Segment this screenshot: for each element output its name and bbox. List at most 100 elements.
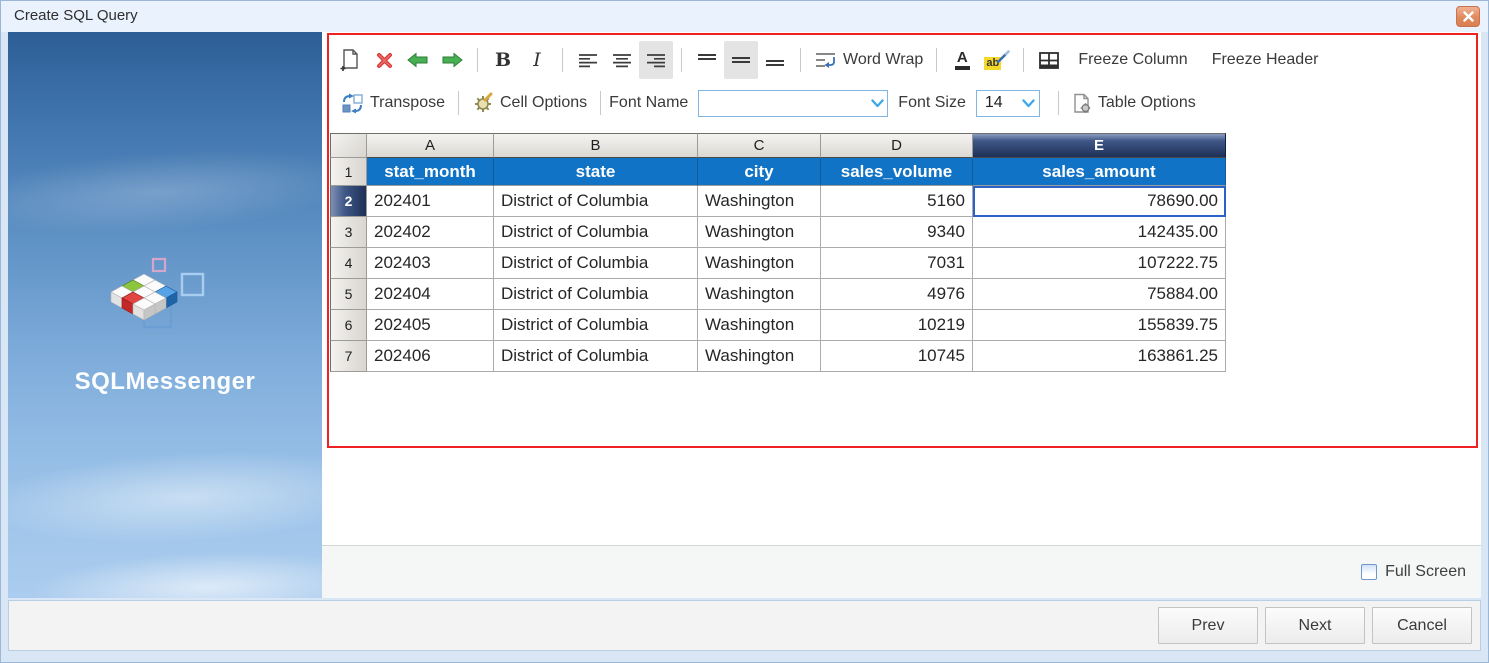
cell-B7[interactable]: District of Columbia [494, 341, 698, 372]
column-header-D[interactable]: D [821, 133, 973, 158]
chevron-down-icon [867, 99, 887, 108]
row-header-6[interactable]: 6 [330, 310, 367, 341]
prev-button[interactable]: Prev [1158, 607, 1258, 644]
italic-button[interactable]: I [520, 41, 554, 79]
align-right-button[interactable] [639, 41, 673, 79]
move-left-button[interactable] [401, 41, 435, 79]
cell-C6[interactable]: Washington [698, 310, 821, 341]
row-header-5[interactable]: 5 [330, 279, 367, 310]
highlight-color-button[interactable]: ab [979, 41, 1015, 79]
valign-top-button[interactable] [690, 41, 724, 79]
cell-options-label: Cell Options [500, 94, 587, 112]
cell-A3[interactable]: 202402 [367, 217, 494, 248]
cell-A5[interactable]: 202404 [367, 279, 494, 310]
transpose-icon [341, 93, 364, 114]
row-header-3[interactable]: 3 [330, 217, 367, 248]
cell-A2[interactable]: 202401 [367, 186, 494, 217]
cell-C3[interactable]: Washington [698, 217, 821, 248]
field-header-stat_month[interactable]: stat_month [367, 158, 494, 186]
separator [562, 48, 563, 72]
app-name: SQLMessenger [8, 368, 322, 396]
cancel-button[interactable]: Cancel [1372, 607, 1472, 644]
toolbar-row-2: Transpose Cell Options Font Name [333, 83, 1472, 123]
cell-B6[interactable]: District of Columbia [494, 310, 698, 341]
table-editor-highlight-frame: B I [327, 33, 1478, 448]
freeze-panes-button[interactable] [1032, 41, 1066, 79]
cell-D3[interactable]: 9340 [821, 217, 973, 248]
row-header-1[interactable]: 1 [330, 158, 367, 186]
cell-E5[interactable]: 75884.00 [973, 279, 1226, 310]
full-screen-checkbox[interactable] [1361, 564, 1377, 580]
cell-E3[interactable]: 142435.00 [973, 217, 1226, 248]
cell-A4[interactable]: 202403 [367, 248, 494, 279]
window-title: Create SQL Query [14, 0, 138, 32]
column-header-A[interactable]: A [367, 133, 494, 158]
row-header-7[interactable]: 7 [330, 341, 367, 372]
cell-E4[interactable]: 107222.75 [973, 248, 1226, 279]
font-color-icon: A [955, 51, 970, 70]
cell-C7[interactable]: Washington [698, 341, 821, 372]
word-wrap-button[interactable]: Word Wrap [809, 41, 928, 79]
cell-B3[interactable]: District of Columbia [494, 217, 698, 248]
select-all-corner[interactable] [330, 133, 367, 158]
cell-D5[interactable]: 4976 [821, 279, 973, 310]
field-header-sales_volume[interactable]: sales_volume [821, 158, 973, 186]
separator [1058, 91, 1059, 115]
bold-button[interactable]: B [486, 41, 520, 79]
add-sheet-button[interactable] [333, 41, 367, 79]
cell-D7[interactable]: 10745 [821, 341, 973, 372]
align-left-button[interactable] [571, 41, 605, 79]
align-right-icon [646, 53, 666, 68]
freeze-column-button[interactable]: Freeze Column [1066, 41, 1199, 79]
align-center-button[interactable] [605, 41, 639, 79]
freeze-header-button[interactable]: Freeze Header [1200, 41, 1331, 79]
separator [458, 91, 459, 115]
cell-D6[interactable]: 10219 [821, 310, 973, 341]
font-name-label: Font Name [609, 94, 688, 112]
add-sheet-icon [339, 48, 361, 72]
row-header-2[interactable]: 2 [330, 186, 367, 217]
column-header-C[interactable]: C [698, 133, 821, 158]
delete-button[interactable] [367, 41, 401, 79]
valign-bottom-button[interactable] [758, 41, 792, 79]
column-header-B[interactable]: B [494, 133, 698, 158]
cell-C5[interactable]: Washington [698, 279, 821, 310]
field-header-state[interactable]: state [494, 158, 698, 186]
chevron-down-icon [1019, 99, 1039, 108]
separator [477, 48, 478, 72]
cell-B4[interactable]: District of Columbia [494, 248, 698, 279]
close-button[interactable] [1456, 6, 1480, 27]
close-icon [1463, 11, 1474, 22]
cell-E2[interactable]: 78690.00 [973, 186, 1226, 217]
font-size-label: Font Size [898, 94, 966, 112]
valign-middle-icon [731, 53, 751, 67]
valign-middle-button[interactable] [724, 41, 758, 79]
font-color-button[interactable]: A [945, 41, 979, 79]
transpose-button[interactable]: Transpose [333, 84, 450, 122]
cell-C2[interactable]: Washington [698, 186, 821, 217]
column-header-E[interactable]: E [973, 133, 1226, 158]
word-wrap-label: Word Wrap [843, 51, 923, 69]
full-screen-toggle[interactable]: Full Screen [1361, 546, 1466, 598]
cell-D2[interactable]: 5160 [821, 186, 973, 217]
font-size-select[interactable]: 14 [976, 90, 1040, 117]
cloud-decoration [27, 546, 322, 598]
cell-A7[interactable]: 202406 [367, 341, 494, 372]
cell-B5[interactable]: District of Columbia [494, 279, 698, 310]
row-header-4[interactable]: 4 [330, 248, 367, 279]
full-screen-label: Full Screen [1385, 563, 1466, 581]
move-right-button[interactable] [435, 41, 469, 79]
field-header-city[interactable]: city [698, 158, 821, 186]
cell-C4[interactable]: Washington [698, 248, 821, 279]
cell-B2[interactable]: District of Columbia [494, 186, 698, 217]
next-button[interactable]: Next [1265, 607, 1365, 644]
field-header-sales_amount[interactable]: sales_amount [973, 158, 1226, 186]
font-name-select[interactable] [698, 90, 888, 117]
cell-D4[interactable]: 7031 [821, 248, 973, 279]
cell-options-button[interactable]: Cell Options [467, 84, 592, 122]
cell-E7[interactable]: 163861.25 [973, 341, 1226, 372]
table-options-button[interactable]: Table Options [1067, 84, 1201, 122]
separator [800, 48, 801, 72]
cell-A6[interactable]: 202405 [367, 310, 494, 341]
cell-E6[interactable]: 155839.75 [973, 310, 1226, 341]
